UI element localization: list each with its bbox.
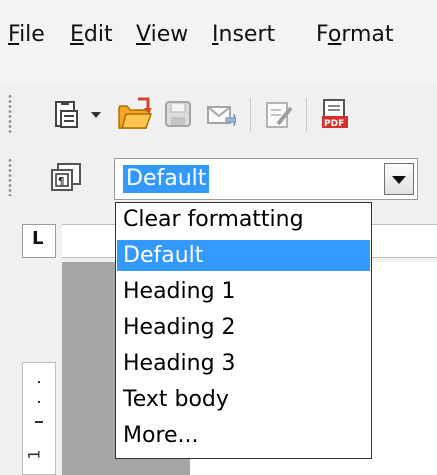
tab-stop-selector[interactable]: L xyxy=(22,224,56,258)
standard-toolbar: PDF xyxy=(0,82,437,147)
svg-text:PDF: PDF xyxy=(324,119,344,129)
dropdown-arrow-icon[interactable] xyxy=(90,110,102,120)
paragraph-style-dropdown-button[interactable] xyxy=(384,163,414,195)
tab-stop-icon: L xyxy=(32,228,44,249)
edit-file-icon[interactable] xyxy=(264,100,294,130)
style-option-more[interactable]: More... xyxy=(117,420,370,451)
ruler-tick xyxy=(38,381,40,383)
vertical-ruler[interactable]: 1 xyxy=(22,362,56,475)
email-icon[interactable] xyxy=(206,102,236,128)
ruler-tick xyxy=(35,421,43,423)
toolbar-grip-handle[interactable] xyxy=(8,94,12,134)
ruler-number: 1 xyxy=(24,449,44,460)
svg-text:¶: ¶ xyxy=(58,176,64,187)
toolbar-separator xyxy=(250,98,251,132)
paragraph-style-value[interactable]: Default xyxy=(123,165,210,193)
toolbar-grip-handle[interactable] xyxy=(8,158,12,196)
ruler-tick xyxy=(38,401,40,403)
style-option-heading-2[interactable]: Heading 2 xyxy=(117,312,370,343)
toolbar-separator xyxy=(306,98,307,132)
style-option-text-body[interactable]: Text body xyxy=(117,384,370,415)
styles-formatting-icon[interactable]: ¶ xyxy=(50,162,84,192)
export-pdf-icon[interactable]: PDF xyxy=(320,98,352,132)
open-folder-icon[interactable] xyxy=(116,96,152,132)
menu-edit[interactable]: Edit xyxy=(70,22,113,47)
style-option-clear-formatting[interactable]: Clear formatting xyxy=(117,204,370,235)
style-option-default[interactable]: Default xyxy=(117,240,370,271)
paragraph-style-combobox[interactable]: Default xyxy=(114,158,418,200)
menu-file-label-rest: ile xyxy=(19,22,45,47)
menu-file[interactable]: File xyxy=(8,22,45,47)
menu-view[interactable]: View xyxy=(136,22,188,47)
style-option-heading-3[interactable]: Heading 3 xyxy=(117,348,370,379)
new-document-icon[interactable] xyxy=(52,99,82,131)
save-icon[interactable] xyxy=(164,100,192,128)
menu-bar: File Edit View Insert Format xyxy=(0,0,437,83)
menu-format[interactable]: Format xyxy=(316,22,394,47)
chevron-down-icon xyxy=(392,176,406,184)
paragraph-style-dropdown-list: Clear formatting Default Heading 1 Headi… xyxy=(115,202,372,459)
style-option-heading-1[interactable]: Heading 1 xyxy=(117,276,370,307)
menu-insert[interactable]: Insert xyxy=(212,22,275,47)
